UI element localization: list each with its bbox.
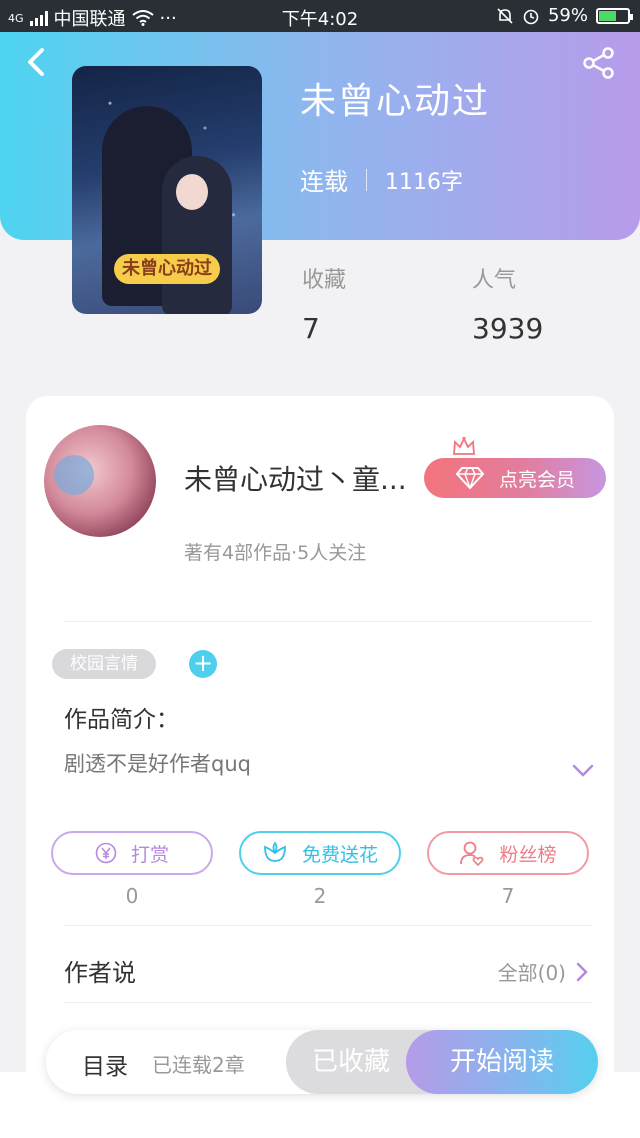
genre-tag[interactable]: 校园言情 <box>52 649 156 679</box>
chapter-count[interactable]: 已连载2章 <box>152 1049 245 1078</box>
status-bar: 4G 中国联通 ··· 下午4:02 59% <box>0 0 640 32</box>
book-cover[interactable]: 未曾心动过 <box>72 66 262 314</box>
intro-text: 剧透不是好作者quq <box>64 752 251 776</box>
start-reading-button[interactable]: 开始阅读 <box>406 1030 598 1094</box>
cover-title-tag: 未曾心动过 <box>114 254 220 284</box>
battery-percent: 59% <box>547 5 588 26</box>
chevron-down-icon[interactable] <box>572 764 594 778</box>
stat-favorites: 收藏 7 <box>302 262 346 345</box>
flower-icon <box>264 841 286 862</box>
back-arrow-icon[interactable] <box>22 44 52 80</box>
stat-value: 7 <box>302 312 320 345</box>
fans-count: 7 <box>501 884 515 908</box>
all-label: 全部(0) <box>497 961 566 985</box>
stat-label: 人气 <box>472 268 517 293</box>
fan-ranking-button[interactable]: 粉丝榜 <box>427 831 589 875</box>
stat-label: 收藏 <box>302 268 347 293</box>
stat-value: 3939 <box>472 312 544 345</box>
intro-heading: 作品简介： <box>64 707 179 733</box>
vip-label: 点亮会员 <box>498 468 575 491</box>
battery-icon <box>596 7 633 24</box>
reward-button[interactable]: 打赏 <box>51 831 213 875</box>
author-says-all-link[interactable]: 全部(0) <box>498 957 588 986</box>
fan-user-icon <box>460 841 484 866</box>
share-icon[interactable] <box>582 46 616 80</box>
author-name[interactable]: 未曾心动过丶童... <box>184 458 407 498</box>
reward-count: 0 <box>125 884 139 908</box>
alarm-icon <box>523 9 539 24</box>
author-works-info: 著有4部作品·5人关注 <box>184 542 367 564</box>
mute-bell-icon <box>497 7 513 24</box>
divider <box>64 621 592 622</box>
chevron-right-icon <box>576 962 588 981</box>
stat-popularity: 人气 3939 <box>472 262 543 345</box>
word-count: 1116字 <box>385 169 463 195</box>
flower-label: 免费送花 <box>301 843 378 866</box>
yen-icon <box>95 842 117 864</box>
divider <box>64 925 592 926</box>
diamond-icon <box>455 467 485 490</box>
reward-label: 打赏 <box>130 843 169 866</box>
book-title: 未曾心动过 <box>300 81 491 122</box>
vip-button[interactable]: 点亮会员 <box>424 458 606 498</box>
toc-button[interactable]: 目录 <box>82 1047 128 1081</box>
author-says-title: 作者说 <box>64 959 136 987</box>
flower-count: 2 <box>313 884 327 908</box>
crown-icon <box>453 436 475 455</box>
send-flower-button[interactable]: 免费送花 <box>239 831 401 875</box>
add-tag-button[interactable]: + <box>189 650 217 678</box>
divider <box>64 1002 592 1003</box>
serial-status: 连载 <box>300 168 348 196</box>
fans-label: 粉丝榜 <box>499 843 557 866</box>
author-avatar[interactable] <box>44 425 156 537</box>
book-meta: 连载 1116字 <box>300 162 463 197</box>
